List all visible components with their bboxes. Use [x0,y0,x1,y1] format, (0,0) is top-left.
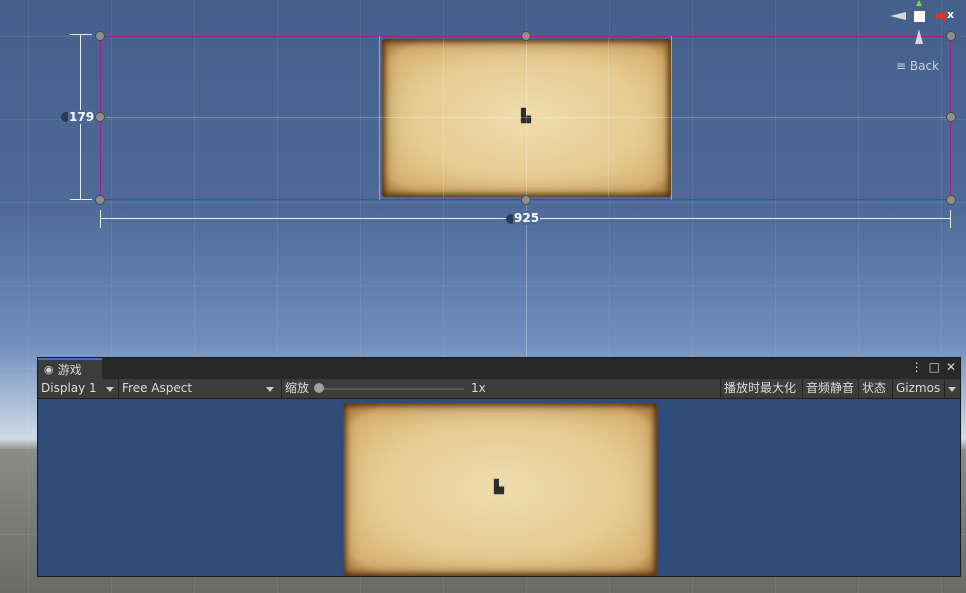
game-panel: ◉ 游戏 ⋮ □ ✕ Display 1 Free Aspect 缩放 1x 播… [37,357,961,577]
display-dropdown-label: Display 1 [41,381,97,395]
boot-icon: ▙ [494,480,504,495]
width-dimension-label: 925 [513,211,541,225]
gamepad-icon: ◉ [44,363,54,376]
game-view[interactable]: ▙ [38,399,960,576]
close-icon[interactable]: ✕ [946,360,956,374]
hamburger-icon: ≡ [896,59,907,73]
handle-bottom-right[interactable] [946,195,956,205]
mute-audio-toggle[interactable]: 音频静音 [802,379,858,398]
scene-gizmo[interactable] [890,0,966,50]
game-toolbar: Display 1 Free Aspect 缩放 1x 播放时最大化 音频静音 … [38,379,960,399]
stats-toggle[interactable]: 状态 [858,379,892,398]
handle-bottom-center[interactable] [521,195,531,205]
tab-game-label: 游戏 [57,363,82,377]
gizmos-dropdown[interactable] [944,379,960,398]
quarter-line-right [608,39,609,197]
handle-top-center[interactable] [521,31,531,41]
more-options-icon[interactable]: ⋮ [911,360,923,374]
handle-middle-right[interactable] [946,112,956,122]
gizmo-back-label: Back [909,59,940,73]
gizmo-back-button[interactable]: ≡ Back [896,59,939,73]
aspect-dropdown[interactable]: Free Aspect [118,379,278,398]
game-tab-bar: ◉ 游戏 ⋮ □ ✕ [38,358,960,379]
width-dimension-tick-left [100,210,101,228]
height-dimension-tick-bottom [70,199,92,200]
center-line-horizontal [100,117,951,118]
scale-label: 缩放 [281,379,313,398]
quarter-line-left [443,39,444,197]
maximize-on-play-toggle[interactable]: 播放时最大化 [720,379,802,398]
height-dimension-tick-top [70,34,92,35]
panel-window-buttons: ⋮ □ ✕ [911,360,956,374]
height-dimension-label: 179 [68,110,96,124]
axis-gizmo-icon [890,0,946,44]
scale-value: 1x [471,381,486,395]
handle-bottom-left[interactable] [95,195,105,205]
handle-middle-left[interactable] [95,112,105,122]
handle-top-left[interactable] [95,31,105,41]
tab-game[interactable]: ◉ 游戏 [38,358,102,379]
width-dimension-tick-right [950,210,951,228]
scale-slider-track[interactable] [319,388,464,390]
gizmos-toggle[interactable]: Gizmos [892,379,944,398]
gizmo-x-axis-label: x [947,8,955,21]
maximize-icon[interactable]: □ [929,360,940,374]
aspect-dropdown-label: Free Aspect [122,381,193,395]
display-dropdown[interactable]: Display 1 [38,379,118,398]
scale-slider-knob[interactable] [314,383,324,393]
